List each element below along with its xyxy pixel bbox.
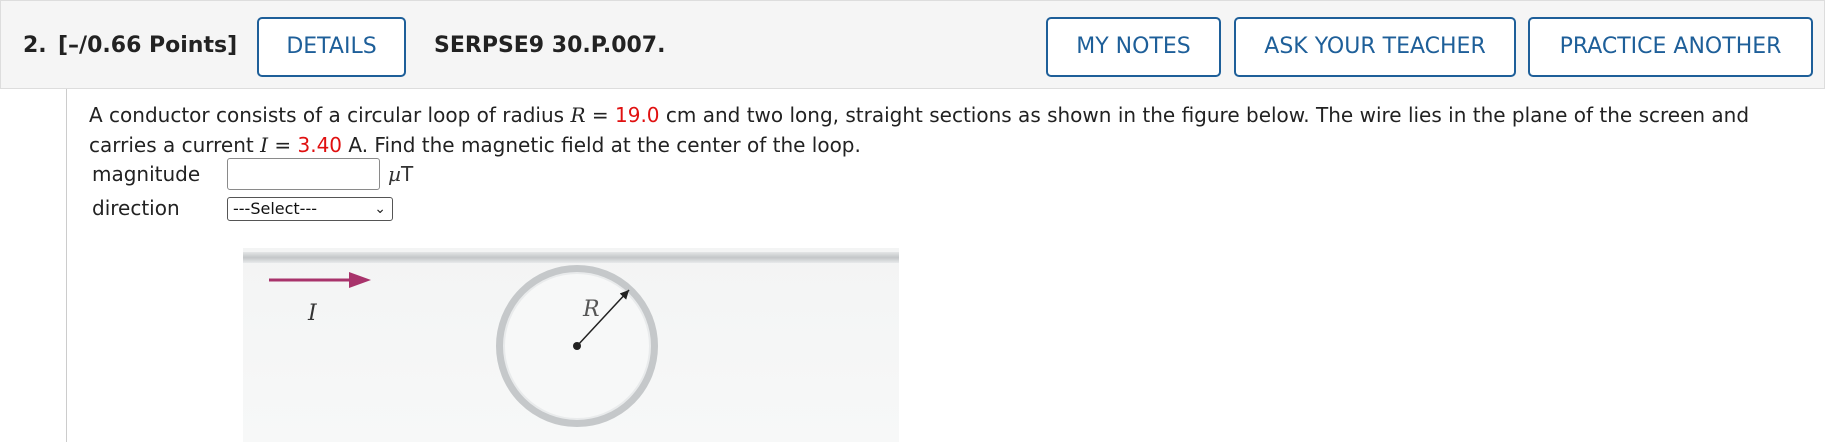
question-header: 2. [–/0.66 Points] DETAILS SERPSE9 30.P.… — [0, 0, 1825, 89]
direction-select[interactable]: ---Select--- ⌄ — [227, 197, 393, 221]
radius-symbol: R — [570, 103, 586, 127]
direction-label: direction — [92, 196, 180, 220]
prompt-text-3: A. Find the magnetic field at the center… — [342, 133, 861, 157]
current-symbol: I — [260, 133, 269, 157]
loop-center-dot — [573, 342, 581, 350]
details-button[interactable]: DETAILS — [257, 17, 406, 77]
question-page: 2. [–/0.66 Points] DETAILS SERPSE9 30.P.… — [0, 0, 1827, 442]
question-points: [–/0.66 Points] — [58, 33, 238, 58]
loop-figure: I R — [243, 240, 899, 442]
question-number: 2. — [23, 33, 47, 58]
unit-prefix-mu: µ — [388, 162, 401, 186]
direction-selected-value: ---Select--- — [233, 199, 317, 218]
practice-another-button[interactable]: PRACTICE ANOTHER — [1528, 17, 1813, 77]
prompt-text-1: A conductor consists of a circular loop … — [89, 103, 571, 127]
my-notes-button[interactable]: MY NOTES — [1046, 17, 1221, 77]
chevron-down-icon: ⌄ — [374, 201, 386, 217]
equals-sign-1: = — [585, 103, 615, 127]
question-body-divider — [66, 89, 67, 442]
magnitude-unit: µT — [388, 162, 413, 186]
radius-value: 19.0 — [615, 103, 660, 127]
magnitude-input[interactable] — [227, 158, 380, 190]
question-prompt: A conductor consists of a circular loop … — [89, 100, 1809, 160]
current-value: 3.40 — [297, 133, 343, 157]
ask-your-teacher-button[interactable]: ASK YOUR TEACHER — [1234, 17, 1516, 77]
equals-sign-2: = — [268, 133, 298, 157]
question-code: SERPSE9 30.P.007. — [434, 33, 666, 58]
magnitude-label: magnitude — [92, 162, 201, 186]
radius-label: R — [582, 297, 600, 322]
loop-figure-drawing: I R — [243, 248, 899, 442]
unit-tesla: T — [401, 162, 414, 186]
straight-wire — [243, 252, 899, 263]
current-label: I — [307, 301, 318, 326]
